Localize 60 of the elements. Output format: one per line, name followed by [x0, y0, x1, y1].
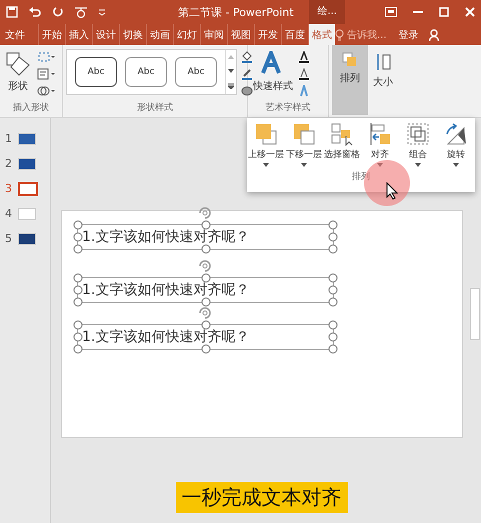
- arrange-option[interactable]: 组合: [400, 122, 436, 167]
- style-sample[interactable]: Abc: [125, 57, 167, 87]
- group-label: 形状样式: [136, 102, 174, 115]
- ribbon-display-icon[interactable]: [385, 7, 397, 17]
- shapes-button[interactable]: 形状: [3, 49, 33, 95]
- scroll-down-icon[interactable]: [228, 69, 234, 73]
- rotate-handle-icon[interactable]: [197, 205, 213, 221]
- lightbulb-icon: [335, 28, 344, 40]
- group-label: 艺术字样式: [264, 102, 312, 115]
- sign-in-link[interactable]: 登录: [398, 28, 419, 42]
- rotate-icon: [444, 122, 468, 146]
- rotate-handle-icon[interactable]: [197, 258, 213, 274]
- slide-thumbnail[interactable]: [18, 232, 36, 244]
- text-box-icon[interactable]: [37, 68, 55, 80]
- window-title: 第二节课 - PowerPoint: [178, 4, 294, 20]
- maximize-icon[interactable]: [439, 7, 449, 17]
- size-button[interactable]: 大小: [368, 45, 398, 117]
- scrollbar-thumb[interactable]: [470, 288, 480, 340]
- arrange-option[interactable]: 下移一层: [286, 122, 322, 167]
- ribbon-tab[interactable]: 文件: [2, 24, 28, 45]
- undo-icon[interactable]: [28, 6, 42, 18]
- bring-forward-icon: [254, 122, 278, 146]
- caption: 一秒完成文本对齐: [176, 482, 348, 513]
- slide-number: 1: [5, 132, 13, 145]
- send-backward-icon: [292, 122, 316, 146]
- arrange-option[interactable]: 上移一层: [248, 122, 284, 167]
- more-icon[interactable]: [228, 83, 234, 89]
- arrange-option[interactable]: 选择窗格: [324, 122, 360, 167]
- slide-number: 3: [5, 182, 13, 195]
- style-sample[interactable]: Abc: [175, 57, 217, 87]
- group-label: 插入形状: [12, 102, 50, 115]
- group-label: 排列: [352, 170, 370, 183]
- slide-thumbnail[interactable]: [18, 132, 36, 144]
- rotate-handle-icon[interactable]: [197, 305, 213, 321]
- merge-shapes-icon[interactable]: [37, 85, 55, 97]
- arrange-option[interactable]: 对齐: [362, 122, 398, 167]
- shapes-icon: [5, 51, 31, 77]
- selection-pane-icon: [330, 122, 354, 146]
- context-tab[interactable]: 绘...: [309, 0, 345, 24]
- arrange-button[interactable]: 排列: [332, 45, 368, 115]
- slideshow-icon[interactable]: [74, 6, 88, 18]
- slide-number: 2: [5, 157, 13, 170]
- save-icon[interactable]: [6, 6, 18, 18]
- quick-styles-button[interactable]: 快速样式: [251, 49, 295, 95]
- slide-number: 4: [5, 207, 13, 220]
- close-icon[interactable]: [465, 7, 475, 17]
- slide-number: 5: [5, 232, 13, 245]
- style-sample[interactable]: Abc: [75, 57, 117, 87]
- slide-thumbnail[interactable]: [18, 208, 36, 220]
- customize-icon[interactable]: [98, 8, 106, 16]
- arrange-icon: [341, 51, 359, 69]
- slide-thumbnail[interactable]: [18, 182, 38, 196]
- align-icon: [368, 122, 392, 146]
- arrange-option[interactable]: 旋转: [438, 122, 474, 167]
- edit-shape-icon[interactable]: [37, 51, 55, 63]
- redo-icon[interactable]: [52, 6, 64, 18]
- slide-thumbnail[interactable]: [18, 158, 36, 170]
- group-icon: [406, 122, 430, 146]
- ribbon-tab[interactable]: 格式: [308, 24, 335, 45]
- person-icon[interactable]: [428, 28, 441, 40]
